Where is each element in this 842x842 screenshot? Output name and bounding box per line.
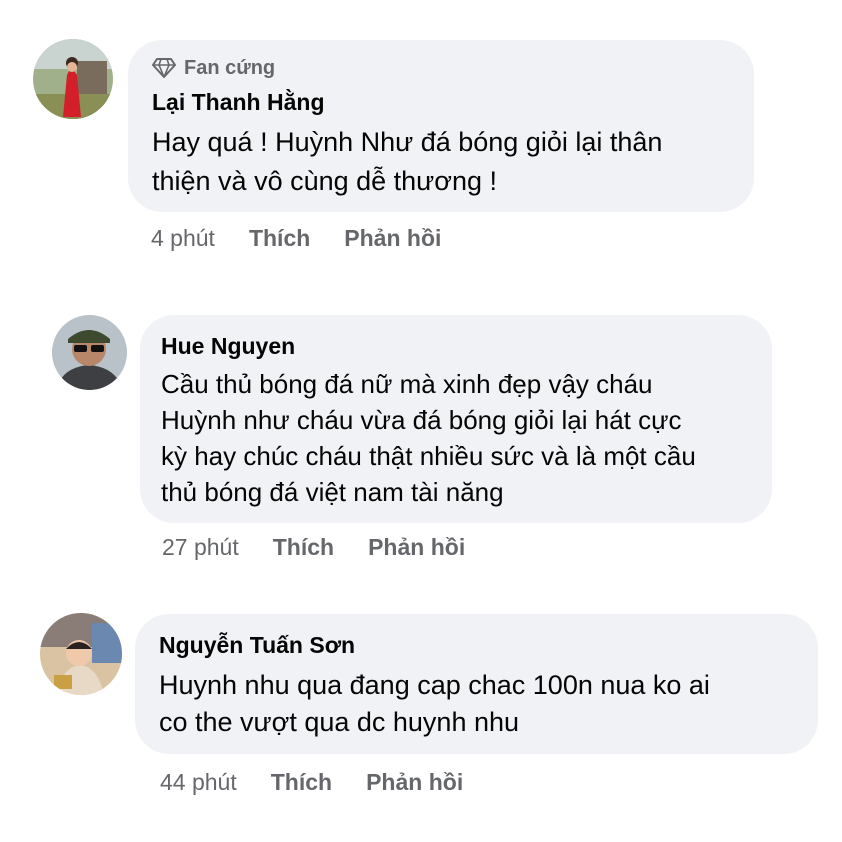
comment-text-line: Huynh nhu qua đang cap chac 100n nua ko … — [159, 670, 710, 700]
reply-button[interactable]: Phản hồi — [366, 768, 463, 796]
comment-3: Nguyễn Tuấn Sơn Huynh nhu qua đang cap c… — [0, 600, 842, 820]
avatar-photo — [52, 315, 127, 390]
comment-1: Fan cứng Lại Thanh Hằng Hay quá ! Huỳnh … — [0, 0, 842, 270]
comment-actions: 27 phút Thích Phản hồi — [162, 533, 499, 561]
comment-actions: 4 phút Thích Phản hồi — [151, 224, 475, 252]
comment-text-line: co the vượt qua dc huynh nhu — [159, 707, 520, 737]
reply-button[interactable]: Phản hồi — [344, 224, 441, 252]
avatar[interactable] — [52, 315, 127, 390]
comment-bubble: Hue Nguyen Cầu thủ bóng đá nữ mà xinh đẹ… — [140, 315, 772, 523]
comment-text-line: thủ bóng đá việt nam tài năng — [161, 477, 504, 507]
comment-author[interactable]: Nguyễn Tuấn Sơn — [159, 631, 796, 659]
comment-actions: 44 phút Thích Phản hồi — [160, 768, 497, 796]
like-button[interactable]: Thích — [273, 533, 334, 561]
reply-button[interactable]: Phản hồi — [368, 533, 465, 561]
comment-author[interactable]: Lại Thanh Hằng — [152, 88, 730, 116]
comment-time[interactable]: 27 phút — [162, 533, 239, 561]
comment-text-line: thiện và vô cùng dễ thương ! — [152, 166, 498, 196]
avatar-photo — [40, 613, 122, 695]
comment-text-line: Huỳnh như cháu vừa đá bóng giỏi lại hát … — [161, 405, 682, 435]
badge-label: Fan cứng — [184, 57, 276, 79]
diamond-icon — [152, 58, 176, 78]
comment-text-line: Cầu thủ bóng đá nữ mà xinh đẹp vậy cháu — [161, 369, 653, 399]
avatar[interactable] — [33, 39, 113, 119]
comment-text-line: Hay quá ! Huỳnh Như đá bóng giỏi lại thâ… — [152, 127, 663, 157]
comment-bubble: Nguyễn Tuấn Sơn Huynh nhu qua đang cap c… — [135, 614, 818, 754]
top-fan-badge[interactable]: Fan cứng — [152, 57, 730, 79]
comment-bubble: Fan cứng Lại Thanh Hằng Hay quá ! Huỳnh … — [128, 40, 754, 212]
comment-text-line: kỳ hay chúc cháu thật nhiều sức và là mộ… — [161, 441, 696, 471]
comment-2: Hue Nguyen Cầu thủ bóng đá nữ mà xinh đẹ… — [0, 300, 842, 580]
comment-time[interactable]: 44 phút — [160, 768, 237, 796]
comment-author[interactable]: Hue Nguyen — [161, 332, 752, 360]
avatar-photo — [33, 39, 113, 119]
comment-time[interactable]: 4 phút — [151, 224, 215, 252]
like-button[interactable]: Thích — [271, 768, 332, 796]
like-button[interactable]: Thích — [249, 224, 310, 252]
avatar[interactable] — [40, 613, 122, 695]
